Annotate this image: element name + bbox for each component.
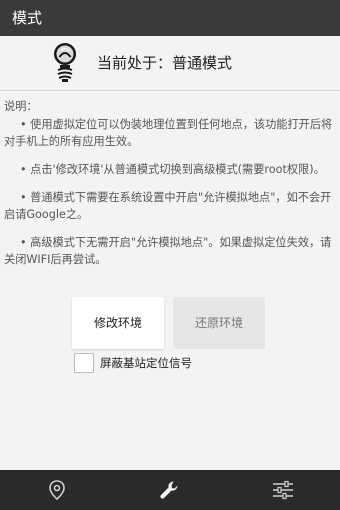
description-item-modify: • 点击'修改环境'从普通模式切换到高级模式(需要root权限)。 (20, 163, 325, 176)
mode-prefix: 当前处于： (97, 54, 173, 72)
mode-name: 普通模式 (172, 54, 233, 72)
app-title: 模式 (12, 9, 43, 27)
lightbulb-icon (54, 43, 76, 82)
divider (0, 90, 340, 91)
wrench-icon[interactable] (158, 479, 180, 501)
mode-text: 当前处于：普通模式 (97, 52, 232, 73)
block-cell-signal-checkbox[interactable] (74, 353, 94, 373)
mode-status: 当前处于：普通模式 (0, 36, 340, 88)
location-pin-icon[interactable] (46, 479, 68, 501)
description: 说明： • 使用虚拟定位可以伪装地理位置到任何地点，该功能打开后将对手机上的所有… (4, 98, 336, 279)
modify-environment-button[interactable]: 修改环境 (72, 297, 164, 349)
block-cell-signal-label: 屏蔽基站定位信号 (100, 356, 192, 370)
restore-environment-button[interactable]: 还原环境 (173, 297, 265, 349)
description-item-normal-mode: • 普通模式下需要在系统设置中开启"允许模拟地点"，如不会开启请Google之。 (4, 191, 332, 221)
description-item-advanced-mode: • 高级模式下无需开启"允许模拟地点"。如果虚拟定位失效，请关闭WIFI后再尝试… (4, 236, 332, 266)
description-item-location: • 使用虚拟定位可以伪装地理位置到任何地点，该功能打开后将对手机上的所有应用生效… (4, 118, 333, 148)
description-label: 说明： (4, 100, 38, 113)
bottom-nav (0, 470, 340, 510)
app-title-bar: 模式 (0, 0, 340, 36)
sliders-icon[interactable] (272, 479, 294, 501)
